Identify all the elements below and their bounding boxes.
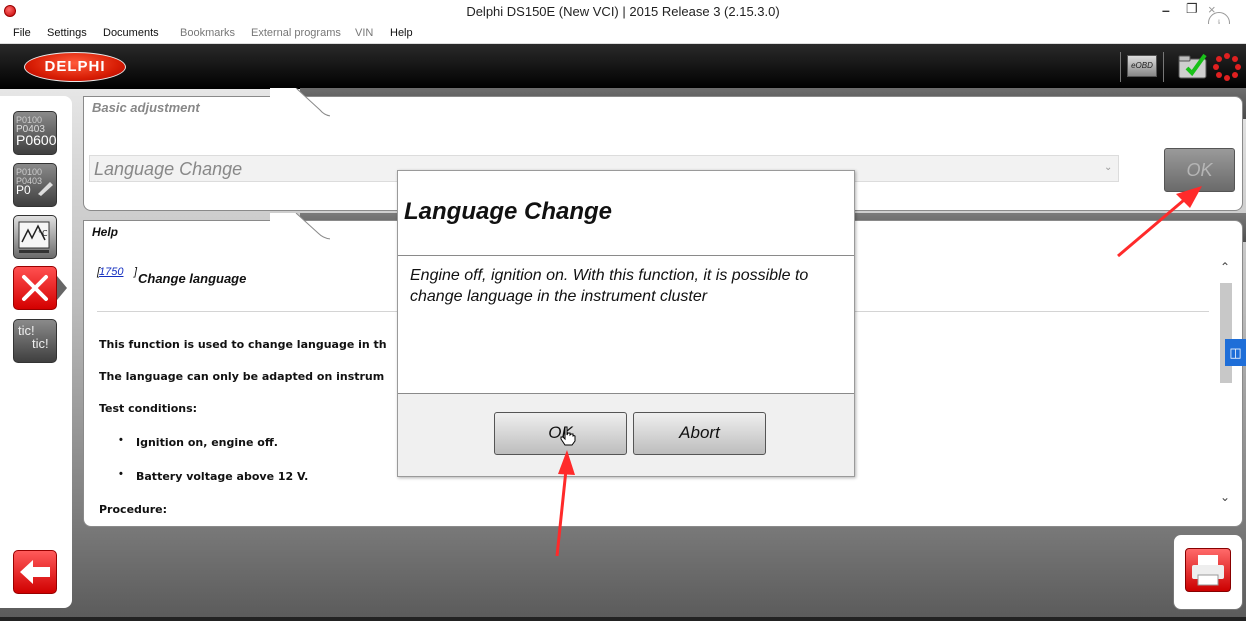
folder-check-icon[interactable] — [1178, 52, 1208, 80]
dtc-code-label: P0600 — [16, 132, 57, 148]
help-bullet-item: Battery voltage above 12 V. — [136, 470, 309, 483]
menu-bar: File Settings Documents Bookmarks Extern… — [0, 24, 1246, 44]
erase-fault-codes-button[interactable]: P0100 P0403 P0 — [13, 163, 57, 207]
svg-text:°C: °C — [38, 229, 48, 238]
menu-vin[interactable]: VIN — [355, 27, 373, 39]
dialog-abort-button[interactable]: Abort — [633, 412, 766, 455]
tab-corner — [270, 88, 330, 120]
basic-adjustment-tab[interactable]: Basic adjustment — [92, 100, 200, 115]
help-reference-link[interactable]: 1750 — [99, 266, 123, 278]
help-tab[interactable]: Help — [92, 225, 118, 239]
back-button[interactable] — [13, 550, 57, 594]
header-divider — [1163, 52, 1164, 82]
header-divider — [1120, 52, 1121, 82]
tic-button[interactable]: tic! tic! — [13, 319, 57, 363]
minimize-button[interactable]: – — [1162, 2, 1170, 18]
help-procedure-label: Procedure: — [99, 503, 168, 516]
menu-documents[interactable]: Documents — [103, 27, 159, 39]
ok-button-disabled[interactable]: OK — [1164, 148, 1235, 192]
print-button[interactable] — [1185, 548, 1231, 592]
tic-label: tic! — [32, 336, 49, 351]
tools-icon — [22, 275, 48, 301]
tab-corner — [270, 213, 330, 243]
dialog-divider — [398, 255, 854, 256]
menu-bookmarks[interactable]: Bookmarks — [180, 27, 235, 39]
chevron-down-icon[interactable]: ⌄ — [1104, 162, 1112, 173]
dialog-message: Engine off, ignition on. With this funct… — [410, 267, 809, 305]
help-heading: Change language — [138, 271, 247, 286]
eobd-icon[interactable]: eOBD — [1127, 55, 1157, 77]
scrollbar-thumb[interactable] — [1220, 283, 1232, 383]
scroll-down-icon[interactable]: ⌄ — [1220, 490, 1230, 504]
bullet-icon: • — [119, 434, 123, 446]
window-title: Delphi DS150E (New VCI) | 2015 Release 3… — [466, 4, 780, 19]
dialog-title: Language Change — [404, 198, 613, 225]
eraser-icon — [38, 182, 53, 196]
menu-settings[interactable]: Settings — [47, 27, 87, 39]
printer-icon — [1192, 555, 1224, 586]
help-text-line: Test conditions: — [99, 402, 198, 415]
maximize-button[interactable]: ❐ — [1186, 1, 1198, 17]
hand-cursor-icon — [560, 426, 576, 446]
menu-external-programs[interactable]: External programs — [251, 27, 341, 39]
remote-screen-icon[interactable]: ◫ — [1225, 339, 1246, 366]
delphi-logo: DELPHI — [24, 52, 126, 82]
ref-bracket: ] — [134, 266, 138, 278]
read-fault-codes-button[interactable]: P0100 P0403 P0600 — [13, 111, 57, 155]
scroll-up-icon[interactable]: ⌃ — [1220, 260, 1230, 274]
header-band: DELPHI — [0, 44, 1246, 89]
menu-file[interactable]: File — [13, 27, 31, 39]
menu-help[interactable]: Help — [390, 27, 413, 39]
live-data-button[interactable]: °C — [13, 215, 57, 259]
bottom-strip — [0, 617, 1246, 621]
help-text-line: The language can only be adapted on inst… — [99, 370, 385, 383]
arrow-left-icon — [20, 560, 50, 584]
help-bullet-item: Ignition on, engine off. — [136, 436, 278, 449]
active-indicator-arrow — [57, 276, 67, 300]
loading-gear-icon[interactable] — [1212, 52, 1242, 82]
live-data-icon: °C — [18, 221, 50, 253]
adjustment-button[interactable] — [13, 266, 57, 310]
help-text-line: This function is used to change language… — [99, 338, 387, 351]
bullet-icon: • — [119, 468, 123, 480]
